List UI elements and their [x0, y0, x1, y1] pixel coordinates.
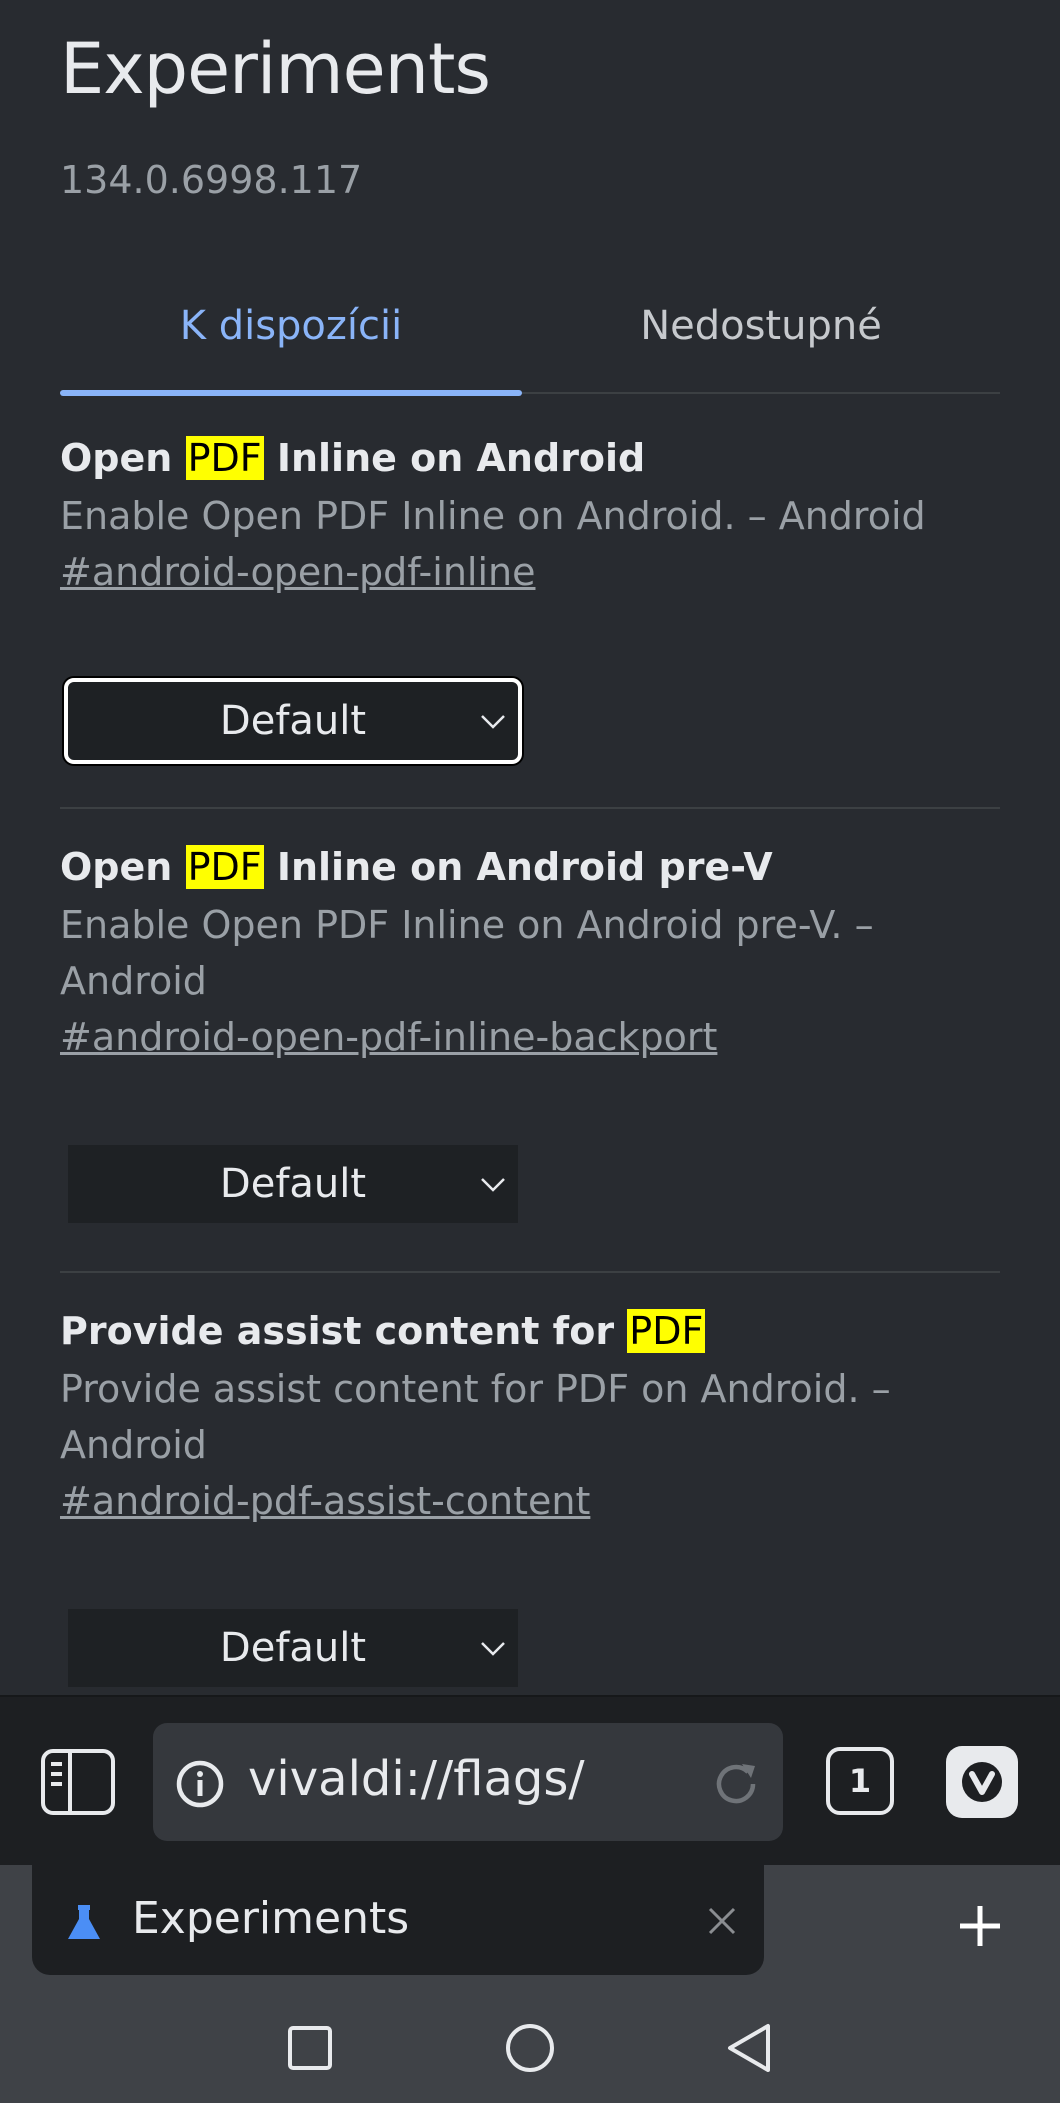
address-bar[interactable]: vivaldi://flags/	[153, 1723, 783, 1841]
tab-available[interactable]: K dispozícii	[60, 290, 522, 362]
panel-toggle-icon[interactable]	[40, 1748, 116, 1816]
flags-tabs: K dispozícii Nedostupné	[60, 290, 1000, 400]
experiment-title: Provide assist content for PDF	[60, 1309, 1000, 1353]
search-highlight: PDF	[627, 1309, 706, 1353]
experiment-item: Open PDF Inline on Android Enable Open P…	[60, 436, 1000, 764]
experiment-divider	[60, 807, 1000, 809]
chevron-down-icon	[481, 1642, 505, 1656]
active-tab-indicator	[60, 390, 522, 396]
url-text[interactable]: vivaldi://flags/	[248, 1751, 585, 1807]
experiment-link[interactable]: #android-open-pdf-inline-backport	[60, 1015, 717, 1059]
experiment-title: Open PDF Inline on Android	[60, 436, 1000, 480]
experiment-description: Enable Open PDF Inline on Android pre-V.…	[60, 903, 874, 1003]
open-tab[interactable]: Experiments	[32, 1865, 764, 1975]
info-icon[interactable]	[175, 1759, 225, 1809]
version-label: 134.0.6998.117	[60, 158, 363, 202]
plus-icon[interactable]	[956, 1902, 1004, 1950]
experiment-description: Provide assist content for PDF on Androi…	[60, 1367, 891, 1467]
title-text: Provide assist content for	[60, 1309, 628, 1353]
experiment-item: Open PDF Inline on Android pre-V Enable …	[60, 845, 1000, 1223]
recents-square-icon[interactable]	[280, 2018, 340, 2078]
chevron-down-icon	[481, 715, 505, 729]
flags-page: Experiments 134.0.6998.117 K dispozícii …	[0, 0, 1060, 1697]
search-highlight: PDF	[185, 436, 264, 480]
reload-icon[interactable]	[709, 1757, 763, 1811]
flask-icon	[68, 1905, 100, 1939]
title-text: Open	[60, 845, 186, 889]
experiment-item: Provide assist content for PDF Provide a…	[60, 1309, 1000, 1687]
tab-unavailable[interactable]: Nedostupné	[530, 290, 992, 362]
vivaldi-menu-icon[interactable]	[946, 1746, 1018, 1818]
back-triangle-icon[interactable]	[720, 2018, 780, 2078]
experiment-description: Enable Open PDF Inline on Android. – And…	[60, 494, 926, 538]
experiment-title: Open PDF Inline on Android pre-V	[60, 845, 1000, 889]
experiment-select[interactable]: Default	[64, 678, 522, 764]
tab-title: Experiments	[132, 1893, 410, 1944]
select-value: Default	[219, 1161, 367, 1207]
search-highlight: PDF	[185, 845, 264, 889]
home-circle-icon[interactable]	[500, 2018, 560, 2078]
chevron-down-icon	[481, 1178, 505, 1192]
experiment-link[interactable]: #android-pdf-assist-content	[60, 1479, 590, 1523]
title-text: Inline on Android pre-V	[263, 845, 773, 889]
tab-switcher-button[interactable]: 1	[826, 1747, 894, 1815]
page-title: Experiments	[60, 28, 491, 110]
experiment-select[interactable]: Default	[68, 1609, 518, 1687]
close-icon[interactable]	[706, 1905, 738, 1937]
experiment-select[interactable]: Default	[68, 1145, 518, 1223]
select-value: Default	[219, 1625, 367, 1671]
title-text: Open	[60, 436, 186, 480]
experiment-link[interactable]: #android-open-pdf-inline	[60, 550, 535, 594]
title-text: Inline on Android	[263, 436, 646, 480]
experiment-divider	[60, 1271, 1000, 1273]
select-value: Default	[219, 698, 367, 744]
